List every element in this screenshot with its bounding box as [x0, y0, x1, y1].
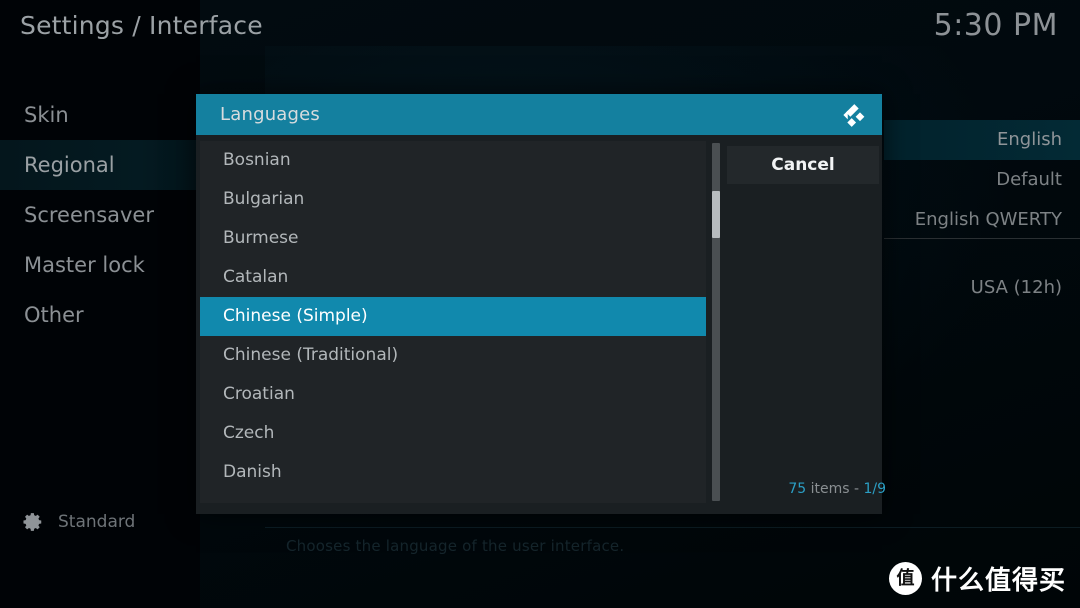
settings-level-label: Standard: [58, 512, 136, 532]
item-counter-page: 1/9: [863, 481, 886, 497]
list-item-selected[interactable]: Chinese (Simple): [200, 297, 706, 336]
item-counter: 75 items - 1/9: [788, 481, 886, 497]
sidebar-item-master-lock[interactable]: Master lock: [0, 240, 200, 290]
header-bar: Settings / Interface 5:30 PM: [0, 0, 1080, 56]
description-separator: [265, 527, 1080, 528]
breadcrumb-title: Settings / Interface: [20, 11, 263, 40]
dialog-titlebar: Languages: [196, 94, 882, 135]
list-item[interactable]: Catalan: [200, 258, 706, 297]
sidebar-item-skin[interactable]: Skin: [0, 90, 200, 140]
list-scrollbar[interactable]: [712, 143, 720, 501]
list-item[interactable]: Czech: [200, 414, 706, 453]
list-item[interactable]: Croatian: [200, 375, 706, 414]
list-item[interactable]: Danish: [200, 453, 706, 492]
list-item[interactable]: Bulgarian: [200, 180, 706, 219]
list-item[interactable]: Burmese: [200, 219, 706, 258]
watermark-text: 什么值得买: [930, 565, 1066, 596]
sidebar-item-screensaver[interactable]: Screensaver: [0, 190, 200, 240]
settings-level-button[interactable]: Standard: [0, 500, 200, 544]
language-list[interactable]: Bosnian Bulgarian Burmese Catalan Chines…: [200, 141, 706, 503]
setting-value-region[interactable]: USA (12h): [884, 268, 1080, 308]
settings-separator: [884, 238, 1080, 239]
clock: 5:30 PM: [933, 8, 1058, 43]
sidebar: Skin Regional Screensaver Master lock Ot…: [0, 90, 200, 490]
kodi-logo-icon: [843, 104, 865, 127]
languages-dialog: Languages Bosnian Bulgarian Burmese Cata…: [196, 94, 886, 514]
item-counter-middle: items -: [806, 481, 864, 497]
watermark: 值 什么值得买: [888, 560, 1066, 596]
sidebar-item-other[interactable]: Other: [0, 290, 200, 340]
dialog-title: Languages: [220, 104, 321, 125]
setting-value-keyboard[interactable]: English QWERTY: [884, 200, 1080, 240]
setting-value-language[interactable]: English: [884, 120, 1080, 160]
list-item[interactable]: Chinese (Traditional): [200, 336, 706, 375]
sidebar-item-regional[interactable]: Regional: [0, 140, 200, 190]
item-counter-total: 75: [788, 481, 807, 497]
setting-description: Chooses the language of the user interfa…: [286, 537, 625, 555]
settings-values-column: English Default English QWERTY: [884, 120, 1080, 240]
gear-icon: [23, 513, 42, 531]
watermark-badge-icon: 值: [888, 561, 922, 595]
list-item[interactable]: Bosnian: [200, 141, 706, 180]
ghost-setting-row-1: [300, 66, 305, 86]
dialog-body: Bosnian Bulgarian Burmese Catalan Chines…: [200, 141, 900, 503]
kodi-screen: Settings / Interface 5:30 PM Skin Region…: [0, 0, 1080, 608]
cancel-button[interactable]: Cancel: [727, 146, 879, 184]
setting-value-charset[interactable]: Default: [884, 160, 1080, 200]
list-scrollbar-thumb[interactable]: [712, 191, 720, 238]
